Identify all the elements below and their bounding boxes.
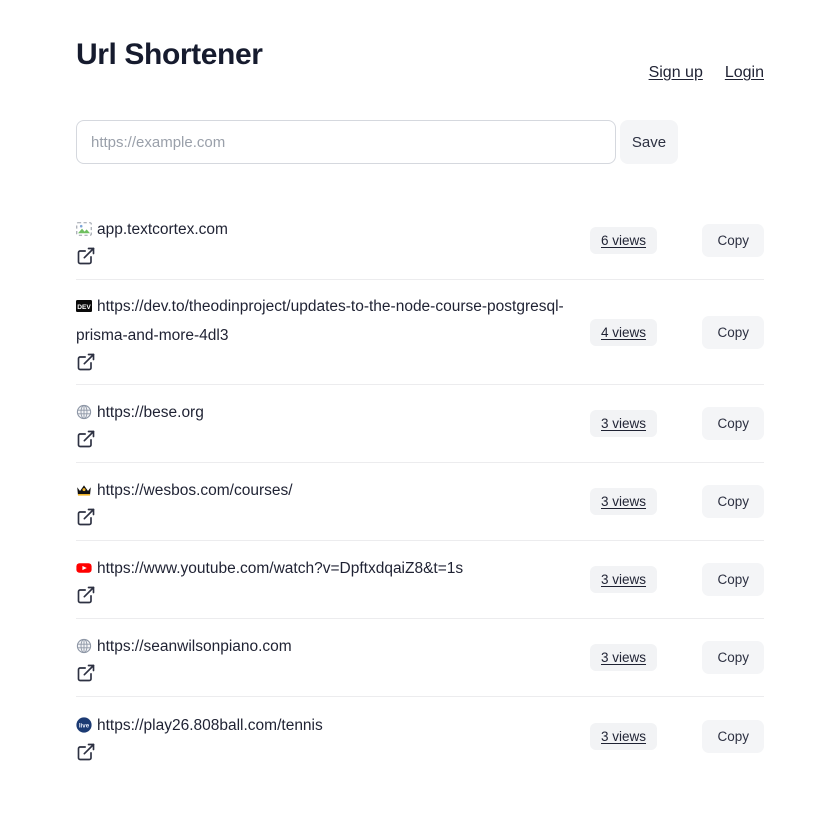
login-link[interactable]: Login <box>725 64 764 82</box>
views-column: 3 views <box>590 410 686 437</box>
globe-icon <box>76 638 92 654</box>
external-link-icon[interactable] <box>76 742 96 762</box>
link-info: https://bese.org <box>76 398 590 449</box>
external-link-icon[interactable] <box>76 585 96 605</box>
link-url[interactable]: https://seanwilsonpiano.com <box>76 632 572 661</box>
views-badge[interactable]: 4 views <box>590 318 658 346</box>
save-button[interactable]: Save <box>620 120 678 164</box>
views-column: 3 views <box>590 644 686 671</box>
blue-circle-icon: live <box>76 716 92 733</box>
views-column: 4 views <box>590 318 686 346</box>
copy-button[interactable]: Copy <box>702 407 764 440</box>
copy-column: Copy <box>686 315 764 349</box>
devto-icon: DEV <box>76 298 92 314</box>
link-info: https://wesbos.com/courses/ <box>76 476 590 527</box>
link-info: app.textcortex.com <box>76 215 590 266</box>
copy-button[interactable]: Copy <box>702 315 764 349</box>
link-info: https://seanwilsonpiano.com <box>76 632 590 683</box>
link-url[interactable]: app.textcortex.com <box>76 215 572 244</box>
link-info: DEV https://dev.to/theodinproject/updates… <box>76 292 590 372</box>
views-column: 6 views <box>590 227 686 254</box>
views-badge[interactable]: 3 views <box>590 566 658 593</box>
shorten-url-form: Save <box>76 120 764 164</box>
link-url-text: https://seanwilsonpiano.com <box>97 638 292 655</box>
copy-button[interactable]: Copy <box>702 485 764 518</box>
copy-column: Copy <box>686 641 764 674</box>
link-url-text: https://play26.808ball.com/tennis <box>97 716 323 734</box>
link-row: live https://play26.808ball.com/tennis 3 v… <box>76 697 764 775</box>
copy-button[interactable]: Copy <box>702 224 764 257</box>
external-link-icon[interactable] <box>76 507 96 527</box>
link-url-text: https://bese.org <box>97 404 204 421</box>
svg-text:live: live <box>79 722 90 729</box>
broken-image-icon <box>76 221 92 237</box>
views-column: 3 views <box>590 566 686 593</box>
link-url[interactable]: https://bese.org <box>76 398 572 427</box>
copy-column: Copy <box>686 563 764 596</box>
globe-icon <box>76 404 92 420</box>
copy-button[interactable]: Copy <box>702 641 764 674</box>
copy-button[interactable]: Copy <box>702 563 764 596</box>
views-badge[interactable]: 3 views <box>590 410 658 437</box>
external-link-icon[interactable] <box>76 352 96 372</box>
external-link-icon[interactable] <box>76 246 96 266</box>
link-row: app.textcortex.com 6 views Copy <box>76 202 764 280</box>
page-title: Url Shortener <box>76 38 263 71</box>
link-url[interactable]: https://www.youtube.com/watch?v=Dpftxdqa… <box>76 554 572 583</box>
link-url-text: app.textcortex.com <box>97 221 228 238</box>
link-url[interactable]: live https://play26.808ball.com/tennis <box>76 711 572 740</box>
views-column: 3 views <box>590 488 686 515</box>
header-nav: Sign up Login <box>649 64 764 82</box>
copy-column: Copy <box>686 224 764 257</box>
url-shortener-page: Url Shortener Sign up Login Save app.tex… <box>0 0 840 838</box>
link-row: https://bese.org 3 views Copy <box>76 385 764 463</box>
link-url-text: https://www.youtube.com/watch?v=Dpftxdqa… <box>97 560 464 577</box>
external-link-icon[interactable] <box>76 429 96 449</box>
copy-button[interactable]: Copy <box>702 719 764 753</box>
page-header: Url Shortener Sign up Login <box>76 0 764 96</box>
youtube-icon <box>76 560 92 576</box>
link-url-text: https://dev.to/theodinproject/updates-to… <box>76 298 564 344</box>
link-row: https://wesbos.com/courses/3 views Copy <box>76 463 764 541</box>
link-row: DEV https://dev.to/theodinproject/updates… <box>76 280 764 385</box>
url-input[interactable] <box>76 120 616 164</box>
copy-column: Copy <box>686 485 764 518</box>
shortened-links-list: app.textcortex.com 6 views Copy DEV https://… <box>76 202 764 775</box>
views-column: 3 views <box>590 722 686 750</box>
views-badge[interactable]: 6 views <box>590 227 658 254</box>
svg-text:DEV: DEV <box>77 304 91 311</box>
views-badge[interactable]: 3 views <box>590 722 658 750</box>
link-row: https://seanwilsonpiano.com 3 views Copy <box>76 619 764 697</box>
link-info: live https://play26.808ball.com/tennis <box>76 711 590 762</box>
signup-link[interactable]: Sign up <box>649 64 703 82</box>
copy-column: Copy <box>686 407 764 440</box>
link-url-text: https://wesbos.com/courses/ <box>97 482 293 499</box>
link-info: https://www.youtube.com/watch?v=Dpftxdqa… <box>76 554 590 605</box>
link-url[interactable]: DEV https://dev.to/theodinproject/updates… <box>76 292 572 350</box>
views-badge[interactable]: 3 views <box>590 644 658 671</box>
views-badge[interactable]: 3 views <box>590 488 658 515</box>
link-row: https://www.youtube.com/watch?v=Dpftxdqa… <box>76 541 764 619</box>
crown-icon <box>76 482 92 498</box>
copy-column: Copy <box>686 719 764 753</box>
external-link-icon[interactable] <box>76 663 96 683</box>
link-url[interactable]: https://wesbos.com/courses/ <box>76 476 572 505</box>
